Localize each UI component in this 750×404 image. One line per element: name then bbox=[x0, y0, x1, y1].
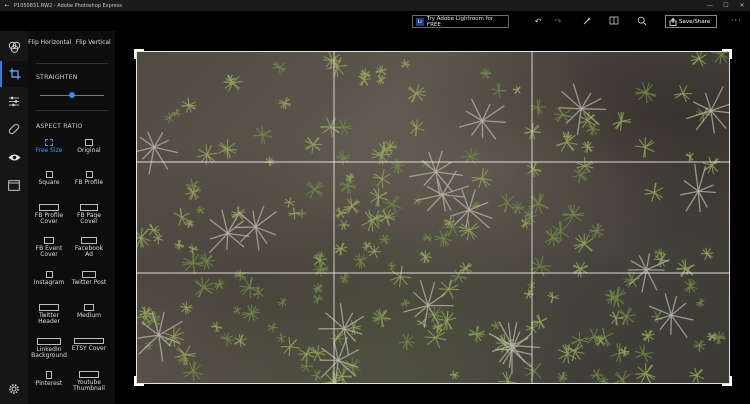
rail-borders[interactable] bbox=[0, 172, 28, 198]
aspect-ratio-option[interactable]: Instagram bbox=[29, 271, 69, 286]
flip-row: Flip Horizontal Flip Vertical bbox=[28, 31, 115, 53]
aspect-ratio-heading: ASPECT RATIO bbox=[36, 123, 83, 130]
aspect-ratio-option[interactable]: FB Page Cover bbox=[69, 204, 109, 226]
title-bar: ← P1050831.RW2 - Adobe Photoshop Express… bbox=[0, 0, 750, 11]
aspect-ratio-label: LinkedIn Background bbox=[31, 346, 67, 360]
aspect-ratio-option[interactable]: Original bbox=[69, 139, 109, 154]
aspect-ratio-option[interactable]: Square bbox=[29, 171, 69, 186]
aspect-ratio-label: Twitter Header bbox=[38, 312, 60, 326]
crop-handle-bottom-left[interactable] bbox=[134, 376, 144, 386]
aspect-ratio-label: Twitter Post bbox=[71, 279, 107, 286]
eye-icon bbox=[8, 154, 20, 160]
try-lightroom-label: Try Adobe Lightroom for FREE bbox=[426, 15, 494, 28]
aspect-ratio-shape-icon bbox=[45, 271, 53, 278]
more-options-icon[interactable]: ··· bbox=[731, 16, 742, 25]
minimize-button[interactable]: — bbox=[702, 2, 718, 9]
aspect-ratio-label: Medium bbox=[77, 312, 101, 319]
aspect-ratio-shape-icon bbox=[39, 204, 59, 211]
aspect-ratio-label: Original bbox=[77, 147, 101, 154]
aspect-ratio-shape-icon bbox=[74, 338, 104, 344]
compare-icon[interactable] bbox=[608, 16, 620, 27]
aspect-ratio-option[interactable]: Facebook Ad bbox=[69, 237, 109, 259]
rail-looks[interactable] bbox=[0, 34, 28, 60]
aspect-ratio-label: Free Size bbox=[35, 147, 63, 154]
aspect-ratio-option[interactable]: Twitter Post bbox=[69, 271, 109, 286]
back-arrow-icon[interactable]: ← bbox=[0, 2, 14, 9]
borders-frame-icon bbox=[8, 179, 20, 191]
rail-crop[interactable] bbox=[0, 61, 28, 87]
undo-icon[interactable]: ↶ bbox=[532, 16, 544, 27]
aspect-ratio-option[interactable]: LinkedIn Background bbox=[29, 338, 69, 360]
aspect-ratio-label: FB Profile bbox=[74, 179, 104, 186]
divider bbox=[36, 110, 108, 111]
close-button[interactable]: ✕ bbox=[734, 2, 750, 9]
try-lightroom-button[interactable]: Lr Try Adobe Lightroom for FREE bbox=[412, 15, 509, 28]
aspect-ratio-shape-icon bbox=[45, 171, 53, 178]
aspect-ratio-label: FB Event Cover bbox=[35, 245, 63, 259]
top-toolbar: Lr Try Adobe Lightroom for FREE ↶ ↷ Save… bbox=[0, 11, 750, 31]
save-share-label: Save/Share bbox=[679, 18, 711, 25]
aspect-ratio-label: Instagram bbox=[33, 279, 65, 286]
lightroom-logo-icon: Lr bbox=[416, 17, 424, 26]
aspect-ratio-option[interactable]: FB Profile bbox=[69, 171, 109, 186]
maximize-button[interactable]: ☐ bbox=[718, 2, 734, 9]
aspect-ratio-option[interactable]: Pinterest bbox=[29, 371, 69, 387]
aspect-ratio-shape-icon bbox=[37, 338, 61, 345]
aspect-ratio-label: Pinterest bbox=[35, 380, 63, 387]
aspect-ratio-shape-icon bbox=[85, 139, 93, 146]
aspect-ratio-label: Square bbox=[38, 179, 60, 186]
straighten-slider-thumb[interactable] bbox=[69, 92, 75, 98]
auto-fix-wand-icon[interactable] bbox=[581, 16, 593, 27]
aspect-ratio-label: Facebook Ad bbox=[74, 245, 104, 259]
aspect-ratio-shape-icon bbox=[81, 237, 97, 244]
crop-handle-top-left[interactable] bbox=[134, 49, 144, 59]
aspect-ratio-option[interactable]: Free Size bbox=[29, 139, 69, 154]
redo-icon[interactable]: ↷ bbox=[552, 16, 564, 27]
aspect-ratio-shape-icon bbox=[45, 139, 53, 146]
aspect-ratio-option[interactable]: Twitter Header bbox=[29, 304, 69, 326]
aspect-ratio-shape-icon bbox=[44, 237, 54, 244]
photo-ground-plants[interactable] bbox=[136, 51, 730, 384]
gear-icon bbox=[9, 384, 19, 394]
aspect-ratio-shape-icon bbox=[39, 304, 59, 311]
tool-rail bbox=[0, 31, 28, 404]
aspect-ratio-shape-icon bbox=[84, 304, 94, 311]
aspect-ratio-option[interactable]: Youtube Thumbnail bbox=[69, 371, 109, 393]
aspect-ratio-label: FB Profile Cover bbox=[34, 212, 64, 226]
window-title: P1050831.RW2 - Adobe Photoshop Express bbox=[14, 2, 123, 9]
aspect-ratio-option[interactable]: ETSY Cover bbox=[69, 338, 109, 352]
crop-panel: Flip Horizontal Flip Vertical STRAIGHTEN… bbox=[28, 31, 115, 404]
aspect-ratio-option[interactable]: FB Event Cover bbox=[29, 237, 69, 259]
flip-vertical-button[interactable]: Flip Vertical bbox=[72, 31, 116, 53]
crop-grid-overlay bbox=[136, 51, 730, 384]
bandage-icon bbox=[8, 123, 20, 135]
aspect-ratio-shape-icon bbox=[85, 171, 93, 178]
aspect-ratio-shape-icon bbox=[80, 204, 98, 211]
zoom-icon[interactable] bbox=[636, 16, 648, 27]
crop-handle-bottom-right[interactable] bbox=[722, 376, 732, 386]
save-share-button[interactable]: Save/Share bbox=[665, 15, 717, 28]
aspect-ratio-option[interactable]: Medium bbox=[69, 304, 109, 319]
rail-redeye[interactable] bbox=[0, 144, 28, 170]
flip-horizontal-button[interactable]: Flip Horizontal bbox=[28, 31, 72, 53]
aspect-ratio-label: FB Page Cover bbox=[77, 212, 101, 226]
looks-icon bbox=[8, 41, 20, 53]
rail-healing[interactable] bbox=[0, 116, 28, 142]
aspect-ratio-label: Youtube Thumbnail bbox=[73, 379, 105, 393]
crop-handle-top-right[interactable] bbox=[722, 49, 732, 59]
aspect-ratio-option[interactable]: FB Profile Cover bbox=[29, 204, 69, 226]
share-icon bbox=[669, 17, 677, 26]
aspect-ratio-shape-icon bbox=[46, 371, 52, 379]
adjustments-sliders-icon bbox=[9, 96, 19, 106]
aspect-ratio-label: ETSY Cover bbox=[71, 345, 107, 352]
rail-settings[interactable] bbox=[0, 376, 28, 402]
crop-icon bbox=[9, 68, 21, 80]
image-canvas bbox=[115, 31, 750, 404]
window-controls: — ☐ ✕ bbox=[702, 2, 750, 9]
straighten-heading: STRAIGHTEN bbox=[36, 74, 78, 81]
aspect-ratio-shape-icon bbox=[82, 271, 96, 278]
divider bbox=[36, 63, 108, 64]
rail-adjustments[interactable] bbox=[0, 88, 28, 114]
aspect-ratio-shape-icon bbox=[79, 371, 99, 378]
